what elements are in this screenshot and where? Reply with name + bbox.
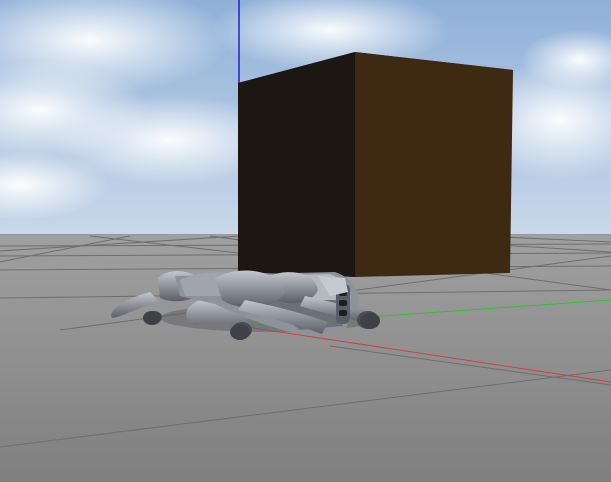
3d-viewport[interactable] <box>0 0 611 482</box>
box-obstacle[interactable] <box>238 52 513 277</box>
box-front-face <box>238 52 355 277</box>
box-side-face <box>355 52 513 277</box>
simulation-scene[interactable] <box>0 0 611 482</box>
